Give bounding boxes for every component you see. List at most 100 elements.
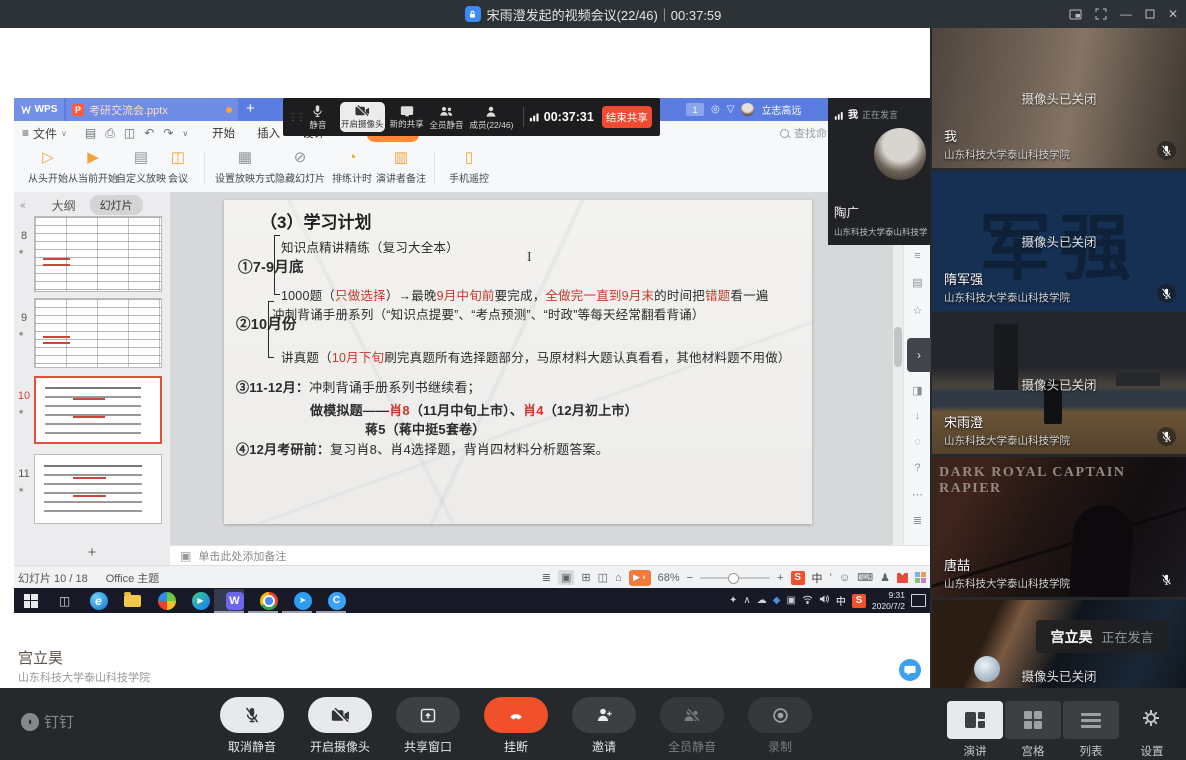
mute-button[interactable]: 静音 — [298, 103, 338, 131]
file-explorer-icon[interactable] — [122, 590, 143, 611]
zoom-in-icon[interactable]: + — [777, 572, 783, 584]
ribbon-phone-remote[interactable]: ▯手机遥控 — [442, 148, 496, 190]
drag-handle-icon[interactable]: ⋮⋮ — [288, 112, 298, 123]
print-icon[interactable]: ⎙ — [105, 126, 115, 141]
browser-360-icon[interactable] — [156, 590, 177, 611]
scrollbar-thumb[interactable] — [894, 327, 902, 367]
tray-cloud-icon[interactable]: ☁ — [757, 595, 767, 606]
wps-document-tab[interactable]: P 考研交流会.pptx — [66, 98, 238, 121]
camera-on-button[interactable] — [308, 697, 372, 733]
camera-on-button[interactable]: 开启摄像头 — [340, 102, 385, 132]
ime-person-icon[interactable]: ♟ — [880, 571, 890, 584]
ribbon-speaker-notes[interactable]: ▥演讲者备注 — [370, 148, 432, 190]
redo-icon[interactable]: ↷ — [163, 126, 173, 140]
view-normal-icon[interactable]: ▣ — [558, 570, 574, 585]
wps-new-tab-button[interactable]: + — [246, 100, 255, 117]
ime-toolbox-icon[interactable] — [915, 572, 926, 583]
participant-tile[interactable]: DARK ROYAL CAPTAIN RAPIER 唐喆 山东科技大学泰山科技学… — [932, 457, 1186, 597]
ime-cn-icon[interactable]: 中 — [812, 570, 823, 586]
taskbar-clock[interactable]: 9:31 2020/7/2 — [872, 590, 905, 611]
zoom-slider[interactable] — [700, 577, 770, 579]
record-button[interactable] — [748, 697, 812, 733]
strip-help-icon[interactable]: ? — [904, 462, 931, 474]
view-sorter-icon[interactable]: ⊞ — [581, 571, 590, 584]
view-show-icon[interactable]: ⌂ — [615, 572, 622, 584]
sogou-ime-icon[interactable]: S — [791, 571, 805, 585]
strip-pages-icon[interactable]: ▤ — [904, 276, 931, 289]
new-share-button[interactable]: 新的共享 — [387, 104, 427, 130]
preview-icon[interactable]: ◫ — [124, 126, 135, 140]
slide-thumbnail-10-selected[interactable] — [34, 376, 162, 444]
slideshow-play-button[interactable]: ▶∨ — [629, 570, 651, 586]
float-window-icon[interactable] — [1069, 9, 1082, 20]
strip-more-icon[interactable]: ⋯ — [904, 488, 931, 501]
share-window-button[interactable] — [396, 697, 460, 733]
tencent-video-icon[interactable]: ▶ — [190, 590, 211, 611]
start-button[interactable] — [20, 590, 41, 611]
current-slide[interactable]: （3）学习计划 I 知识点精讲精练（复习大全本） ①7-9月底 1000题（只做… — [224, 200, 812, 524]
strip-splitview-icon[interactable]: ◨ — [904, 384, 931, 397]
ribbon-meeting[interactable]: ◫会议 — [158, 148, 198, 190]
task-view-icon[interactable]: ◫ — [54, 590, 75, 611]
participant-tile[interactable]: 摄像头已关闭 宋雨澄 山东科技大学泰山科技学院 — [932, 314, 1186, 454]
floating-meeting-bar[interactable]: ⋮⋮ 静音 开启摄像头 新的共享 全员静音 成员(22/46) — [283, 98, 660, 136]
mute-all-button[interactable] — [660, 697, 724, 733]
dingtalk-taskbar-icon[interactable]: C — [326, 590, 347, 611]
mute-all-button[interactable]: 全员静音 — [427, 104, 467, 131]
close-icon[interactable]: ✕ — [1168, 7, 1178, 21]
strip-download-icon[interactable]: ↓ — [904, 410, 931, 422]
strip-lines-icon[interactable]: ≡ — [904, 250, 931, 262]
strip-circle-icon[interactable]: ◌ — [904, 436, 931, 448]
wps-taskbar-icon[interactable]: W — [224, 590, 245, 611]
fullscreen-icon[interactable] — [1095, 8, 1107, 20]
more-commands-icon[interactable]: ∨ — [182, 129, 188, 138]
wps-file-menu[interactable]: ≡ 文件 ∨ — [22, 125, 67, 142]
action-center-icon[interactable] — [911, 594, 926, 607]
zoom-slider-knob[interactable] — [728, 573, 739, 584]
ime-emoji-icon[interactable]: ☺ — [839, 572, 850, 584]
zoom-out-icon[interactable]: − — [687, 572, 693, 584]
end-share-button[interactable]: 结束共享 — [602, 106, 652, 128]
slide-thumbnail-9[interactable] — [34, 298, 162, 368]
add-slide-button[interactable]: + — [14, 544, 170, 561]
volume-icon[interactable] — [819, 594, 830, 607]
sogou-tray-icon[interactable]: S — [852, 594, 866, 608]
participant-tile[interactable]: 军强 摄像头已关闭 隋军强 山东科技大学泰山科技学院 — [932, 171, 1186, 311]
view-reading-icon[interactable]: ◫ — [598, 571, 608, 584]
tab-outline[interactable]: 大纲 — [52, 197, 76, 214]
wps-logo[interactable]: WPS — [14, 98, 64, 121]
wps-cloud-icon[interactable]: ◎ — [711, 104, 720, 115]
collapse-panel-icon[interactable]: « — [20, 200, 26, 211]
maximize-icon[interactable] — [1145, 9, 1155, 19]
ime-punct-icon[interactable]: ’ — [830, 572, 832, 584]
ime-skin-icon[interactable] — [897, 573, 908, 583]
settings-button[interactable] — [1138, 705, 1164, 731]
ime-lang-icon[interactable]: 中 — [836, 593, 846, 608]
tray-app-icon[interactable]: ◆ — [773, 595, 781, 606]
strip-collapse-icon[interactable]: ≣ — [904, 514, 931, 527]
wps-notes-bar[interactable]: ▣ 单击此处添加备注 — [170, 545, 930, 565]
tab-insert[interactable]: 插入 — [257, 125, 280, 141]
invite-button[interactable] — [572, 697, 636, 733]
tray-camera-icon[interactable]: ▣ — [786, 595, 795, 606]
tab-slides[interactable]: 幻灯片 — [90, 195, 143, 215]
tray-pen-icon[interactable]: ✦ — [729, 595, 737, 606]
ribbon-hide-slide[interactable]: ⊘隐藏幻灯片 — [268, 148, 332, 190]
wifi-icon[interactable] — [802, 595, 813, 607]
status-menu-icon[interactable]: ≣ — [542, 571, 551, 584]
netdisk-icon[interactable]: ➤ — [292, 590, 313, 611]
unmute-button[interactable] — [220, 697, 284, 733]
view-speaker-button[interactable] — [947, 701, 1003, 739]
ime-keyboard-icon[interactable]: ⌨ — [857, 571, 873, 584]
participant-tile-me[interactable]: 摄像头已关闭 我 山东科技大学泰山科技学院 — [932, 28, 1186, 168]
zoom-level[interactable]: 68% — [658, 572, 680, 584]
minimize-icon[interactable]: — — [1120, 7, 1132, 21]
tray-expand-icon[interactable]: ∧ — [743, 595, 750, 606]
chat-bubble-button[interactable] — [899, 659, 921, 681]
tab-home[interactable]: 开始 — [212, 125, 235, 141]
wps-account-avatar[interactable] — [741, 103, 754, 116]
slide-thumbnail-11[interactable] — [34, 454, 162, 524]
strip-star-icon[interactable]: ☆ — [904, 304, 931, 317]
notification-badge[interactable]: 1 — [686, 103, 704, 116]
hangup-button[interactable] — [484, 697, 548, 733]
